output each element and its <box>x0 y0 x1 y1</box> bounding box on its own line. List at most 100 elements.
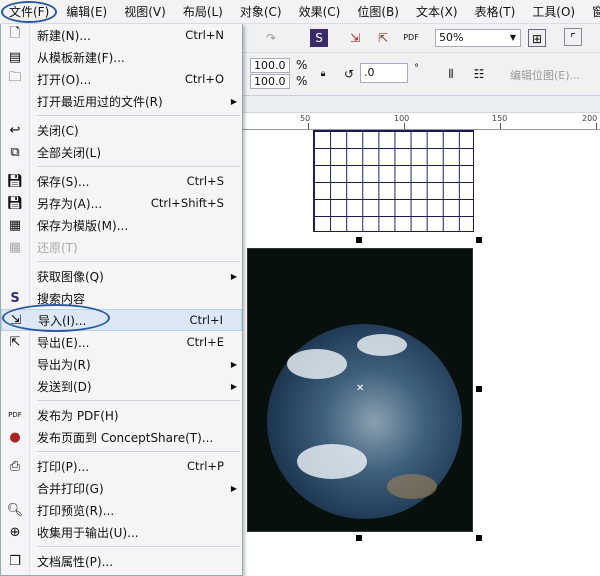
percent-label: % <box>296 58 308 72</box>
menu-item-label: 合并打印(G) <box>37 481 104 496</box>
menu-7[interactable]: 文本(X) <box>407 3 466 20</box>
menu-item-shortcut: Ctrl+P <box>186 459 224 473</box>
print-icon: ⎙ <box>9 458 21 474</box>
menu-item-6[interactable]: ⧉ 全部关闭(L) <box>1 141 242 163</box>
highlight-oval-file <box>1 1 57 23</box>
menu-8[interactable]: 表格(T) <box>466 3 524 20</box>
pdf-icon: PDF <box>8 411 22 419</box>
menu-5[interactable]: 效果(C) <box>290 3 349 20</box>
selection-handle[interactable] <box>356 237 362 243</box>
menu-item-label: 收集用于输出(U)... <box>37 525 139 540</box>
edit-bitmap-button[interactable]: 编辑位图(E)... <box>510 67 580 83</box>
close-icon: ↩ <box>9 122 21 138</box>
menu-item-8[interactable]: 💾︎ 保存(S)... Ctrl+S <box>1 170 242 192</box>
export-icon[interactable]: ⇱ <box>374 29 392 47</box>
menu-9[interactable]: 工具(O) <box>523 3 583 20</box>
document-properties-icon: ❐ <box>9 553 21 569</box>
menu-item-23[interactable]: ⎙ 打印(P)... Ctrl+P <box>1 455 242 477</box>
rotate-icon: ↺ <box>343 67 355 81</box>
menu-item-28[interactable]: ❐ 文档属性(P)... <box>1 550 242 572</box>
submenu-arrow-icon: ▶ <box>230 483 237 493</box>
menu-item-9[interactable]: 💾︎ 另存为(A)... Ctrl+Shift+S <box>1 192 242 214</box>
menu-item-shortcut: Ctrl+N <box>185 28 224 42</box>
ruler-label: 200 <box>582 114 598 123</box>
menu-separator <box>1 258 242 265</box>
menu-item-label: 发送到(D) <box>37 379 92 394</box>
mirror-horizontal-icon[interactable]: ⫴ <box>442 65 460 83</box>
menu-1[interactable]: 编辑(E) <box>57 3 115 20</box>
menu-item-label: 新建(N)... <box>37 28 91 43</box>
menu-item-label: 打开最近用过的文件(R) <box>37 94 163 109</box>
scale-x-input[interactable]: 100.0 <box>250 58 290 73</box>
template-icon: ▤ <box>8 49 22 65</box>
zoom-select[interactable]: 50% ▼ <box>435 29 521 47</box>
submenu-arrow-icon: ▶ <box>230 359 237 369</box>
selection-handle[interactable] <box>476 535 482 541</box>
ruler-label: 100 <box>394 114 410 123</box>
pdf-icon[interactable]: PDF <box>402 29 420 47</box>
search-content-icon: S <box>10 290 20 306</box>
menu-2[interactable]: 视图(V) <box>115 3 174 20</box>
menu-item-11[interactable]: ▦ 还原(T) <box>1 236 242 258</box>
redo-icon[interactable]: ↷ <box>262 29 280 47</box>
ruler-label: 50 <box>300 114 311 123</box>
earth-image <box>267 324 462 519</box>
submenu-arrow-icon: ▶ <box>230 381 237 391</box>
document-tab-strip <box>242 96 600 112</box>
lock-ratio-icon[interactable]: 🔒︎ <box>314 65 332 83</box>
menu-item-5[interactable]: ↩ 关闭(C) <box>1 119 242 141</box>
menu-item-1[interactable]: ▤ 从模板新建(F)... <box>1 46 242 68</box>
close-all-icon: ⧉ <box>10 144 20 160</box>
menu-3[interactable]: 布局(L) <box>174 3 231 20</box>
selection-handle[interactable] <box>356 535 362 541</box>
menu-item-3[interactable]: 打开最近用过的文件(R) ▶ <box>1 90 242 112</box>
menu-item-24[interactable]: 合并打印(G) ▶ <box>1 477 242 499</box>
import-icon[interactable]: ⇲ <box>346 29 364 47</box>
menu-item-label: 打印预览(R)... <box>37 503 115 518</box>
horizontal-ruler: 50 100 150 200 <box>242 112 600 130</box>
table-grid-object[interactable] <box>313 130 474 232</box>
menu-item-13[interactable]: 获取图像(Q) ▶ <box>1 265 242 287</box>
search-content-icon[interactable]: S <box>310 29 328 47</box>
scale-y-input[interactable]: 100.0 <box>250 74 290 89</box>
menu-item-18[interactable]: 发送到(D) ▶ <box>1 375 242 397</box>
angle-input[interactable]: .0 <box>360 63 408 83</box>
menu-item-17[interactable]: 导出为(R) ▶ <box>1 353 242 375</box>
mirror-vertical-icon[interactable]: ☷ <box>470 65 488 83</box>
menu-item-2[interactable]: 🗀 打开(O)... Ctrl+O <box>1 68 242 90</box>
menu-item-16[interactable]: ⇱ 导出(E)... Ctrl+E <box>1 331 242 353</box>
rulers-icon[interactable]: ⌜ <box>564 28 582 46</box>
menu-separator <box>1 448 242 455</box>
menu-item-0[interactable]: 🗋 新建(N)... Ctrl+N <box>1 24 242 46</box>
menu-item-26[interactable]: ⊕ 收集用于输出(U)... <box>1 521 242 543</box>
center-marker-icon[interactable]: ✕ <box>356 383 364 394</box>
earth-bitmap[interactable]: ✕ <box>247 248 473 532</box>
menu-bar: 文件(F) 编辑(E) 视图(V) 布局(L) 对象(C) 效果(C) 位图(B) 文本(X)… <box>0 0 600 24</box>
menu-separator <box>1 163 242 170</box>
menu-10[interactable]: 窗口 <box>583 3 600 20</box>
menu-item-label: 保存(S)... <box>37 174 90 189</box>
menu-4[interactable]: 对象(C) <box>231 3 290 20</box>
menu-item-shortcut: Ctrl+I <box>189 313 224 327</box>
new-icon: 🗋 <box>9 26 21 41</box>
menu-item-21[interactable]: ● 发布页面到 ConceptShare(T)... <box>1 426 242 448</box>
menu-item-20[interactable]: PDF 发布为 PDF(H) <box>1 404 242 426</box>
ruler-label: 150 <box>492 114 508 123</box>
menu-item-25[interactable]: 🔍︎ 打印预览(R)... <box>1 499 242 521</box>
selection-handle[interactable] <box>476 386 482 392</box>
menu-item-label: 发布为 PDF(H) <box>37 408 119 423</box>
menu-item-label: 导出(E)... <box>37 335 90 350</box>
selection-handle[interactable] <box>476 237 482 243</box>
property-bar: 100.0 100.0 % % 🔒︎ ↺ .0 ° ⫴ ☷ 编辑位图(E)... <box>242 53 600 96</box>
save-as-icon: 💾︎ <box>6 195 24 211</box>
export-icon: ⇱ <box>9 334 21 350</box>
menu-item-label: 关闭(C) <box>37 123 79 138</box>
menu-separator <box>1 397 242 404</box>
menu-6[interactable]: 位图(B) <box>348 3 407 20</box>
menu-item-label: 保存为模版(M)... <box>37 218 129 233</box>
menu-item-shortcut: Ctrl+E <box>186 335 224 349</box>
menu-item-label: 导出为(R) <box>37 357 91 372</box>
zoom-fit-icon[interactable]: ⊞ <box>528 29 546 47</box>
save-icon: 💾︎ <box>6 173 24 189</box>
menu-item-10[interactable]: ▦ 保存为模版(M)... <box>1 214 242 236</box>
